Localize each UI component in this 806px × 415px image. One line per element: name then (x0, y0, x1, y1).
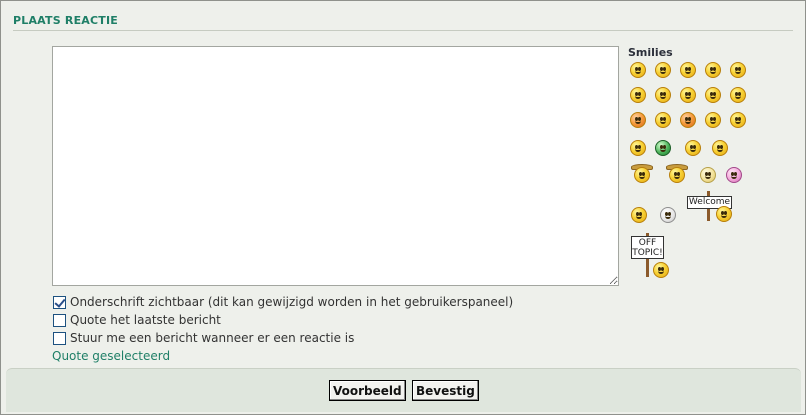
notify-label: Stuur me een bericht wanneer er een reac… (70, 331, 355, 345)
preview-button[interactable]: Voorbeeld (329, 380, 406, 401)
smiley-offtopic-icon[interactable] (653, 262, 669, 278)
smiley-surprised-icon[interactable] (730, 62, 746, 78)
smiley-bow-icon[interactable] (712, 140, 728, 156)
smiley-razz-icon[interactable] (730, 87, 746, 103)
smiley-grin-icon[interactable] (630, 62, 646, 78)
smiley-sad-icon[interactable] (630, 112, 646, 128)
quote-last-label: Quote het laatste bericht (70, 313, 221, 327)
smiley-tongue-icon[interactable] (705, 87, 721, 103)
message-textarea[interactable] (52, 46, 619, 286)
smiley-wink-icon[interactable] (705, 112, 721, 128)
signature-label: Onderschrift zichtbaar (dit kan gewijzig… (70, 295, 514, 309)
offtopic-sign-line2: TOPIC! (632, 248, 663, 258)
smiley-cool-icon[interactable] (680, 87, 696, 103)
smiley-question-icon[interactable] (630, 140, 646, 156)
notify-checkbox[interactable] (53, 331, 66, 345)
quote-last-option[interactable]: Quote het laatste bericht (53, 313, 221, 327)
smiley-eek-icon[interactable] (630, 87, 646, 103)
smiley-welcome-icon[interactable] (716, 206, 732, 222)
smiley-drool-icon[interactable] (631, 207, 647, 223)
smiley-cowboy-cool-icon[interactable] (669, 167, 685, 183)
title-divider (13, 30, 793, 31)
smiley-mrgreen-icon[interactable] (655, 140, 671, 156)
offtopic-sign-line1: OFF (638, 238, 657, 248)
smiley-cowboy-icon[interactable] (634, 167, 650, 183)
smiley-rolleyes-icon[interactable] (655, 112, 671, 128)
smiley-angel-icon[interactable] (700, 167, 716, 183)
smiley-thumbsup-icon[interactable] (685, 140, 701, 156)
smiley-exclaim-icon[interactable] (730, 112, 746, 128)
smiley-laugh-icon[interactable] (655, 62, 671, 78)
signature-option[interactable]: Onderschrift zichtbaar (dit kan gewijzig… (53, 295, 513, 309)
smiley-kiss-icon[interactable] (726, 167, 742, 183)
offtopic-sign-icon[interactable]: OFF TOPIC! (631, 236, 664, 259)
smiley-neutral-icon[interactable] (705, 62, 721, 78)
signature-checkbox[interactable] (53, 295, 66, 309)
reply-panel: PLAATS REACTIE Smilies Welcome OFF TOPIC… (0, 0, 806, 415)
section-title: PLAATS REACTIE (13, 14, 118, 27)
quote-last-checkbox[interactable] (53, 313, 66, 327)
smilies-title: Smilies (628, 46, 673, 59)
smiley-evil-icon[interactable] (680, 112, 696, 128)
notify-option[interactable]: Stuur me een bericht wanneer er een reac… (53, 331, 354, 345)
smiley-confused-icon[interactable] (655, 87, 671, 103)
submit-button[interactable]: Bevestig (412, 380, 479, 401)
quote-selected-link[interactable]: Quote geselecteerd (52, 349, 170, 363)
smiley-smile-icon[interactable] (680, 62, 696, 78)
smiley-ghost-icon[interactable] (660, 207, 676, 223)
